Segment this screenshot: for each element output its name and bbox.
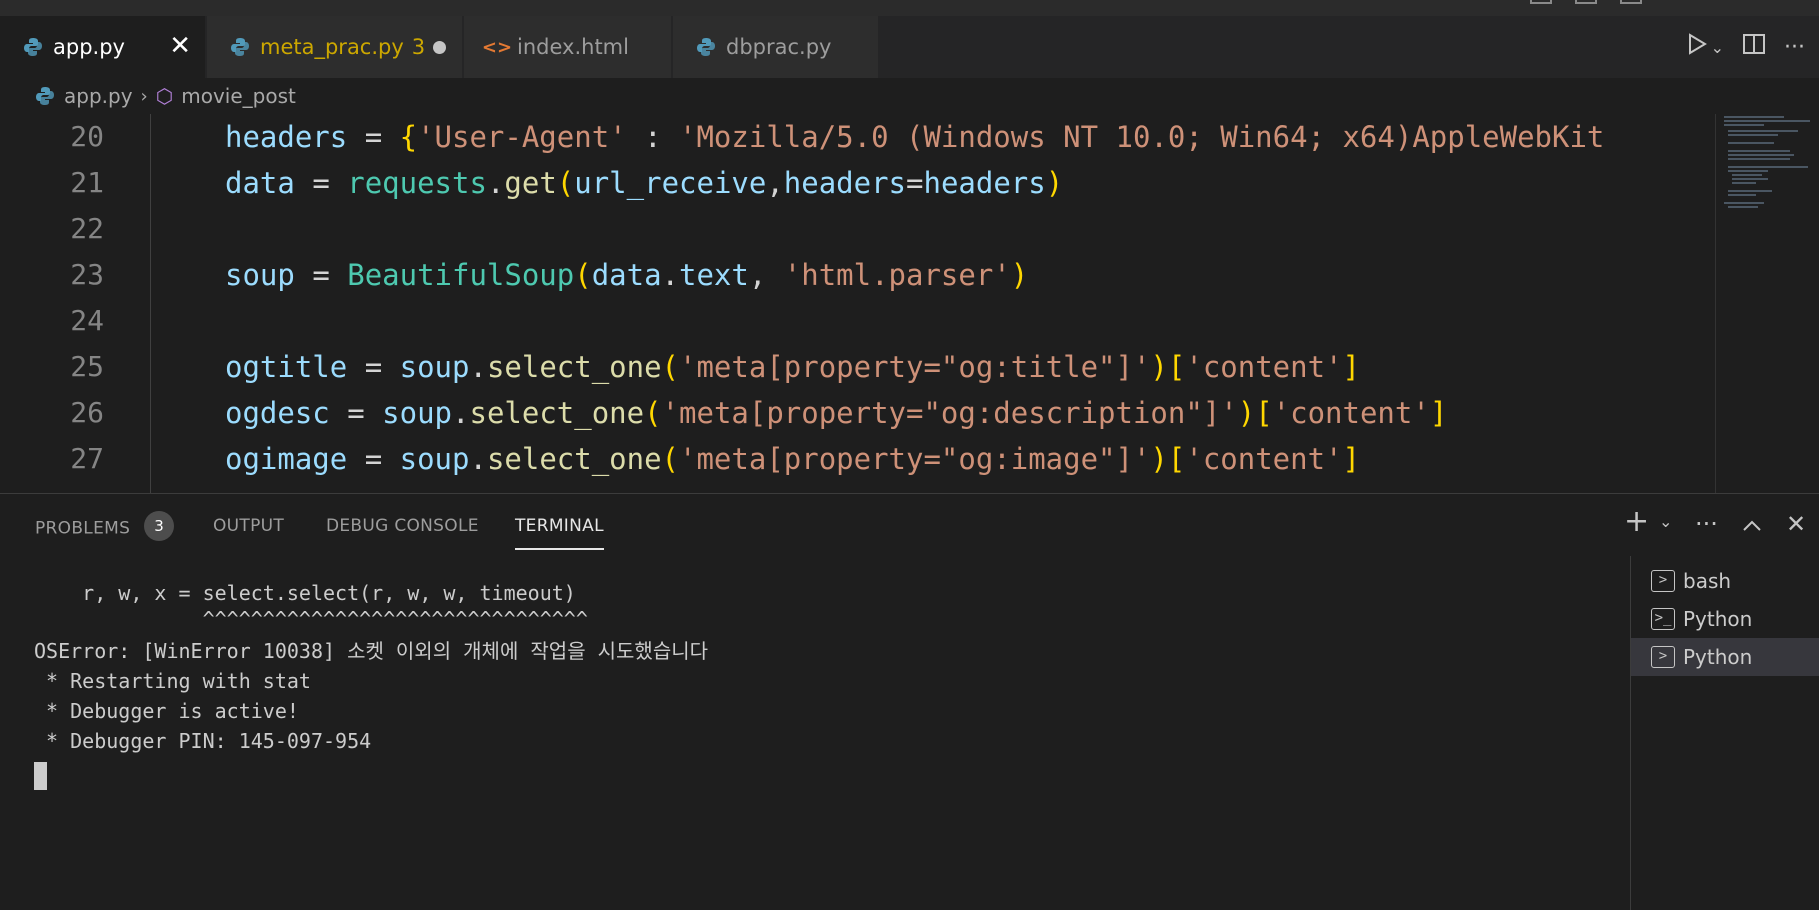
- chevron-right-icon: ›: [140, 85, 148, 107]
- python-icon: [35, 86, 55, 106]
- minimap[interactable]: [1715, 114, 1819, 493]
- code-line: ogtitle = soup.select_one('meta[property…: [225, 350, 1360, 384]
- terminal-list: > bash >_ Python > Python: [1630, 556, 1819, 910]
- line-number: 21: [70, 166, 104, 199]
- python-icon: [695, 36, 717, 58]
- code-line: ogdesc = soup.select_one('meta[property=…: [225, 396, 1448, 430]
- terminal-cursor: [34, 762, 47, 790]
- tab-debug-console-label: DEBUG CONSOLE: [326, 516, 479, 536]
- problem-count: 3: [411, 35, 426, 59]
- tab-label: dbprac.py: [726, 35, 832, 59]
- terminal-item-label: bash: [1683, 569, 1732, 593]
- tab-app-py[interactable]: app.py ✕: [0, 16, 206, 78]
- terminal-item-label: Python: [1683, 607, 1753, 631]
- tab-terminal-label: TERMINAL: [515, 516, 604, 536]
- python-icon: [229, 36, 251, 58]
- more-actions-icon[interactable]: ···: [1695, 510, 1718, 538]
- active-tab-underline: [515, 548, 604, 550]
- problems-count-badge: 3: [144, 511, 175, 541]
- breadcrumb-symbol[interactable]: movie_post: [181, 84, 296, 108]
- method-icon: ⬡: [155, 84, 174, 108]
- tab-problems-label: PROBLEMS: [35, 518, 131, 539]
- terminal-item-bash[interactable]: > bash: [1631, 562, 1819, 600]
- editor-actions: ⌄ ···: [1677, 16, 1819, 78]
- terminal-icon: >: [1651, 646, 1675, 668]
- terminal-line: * Debugger PIN: 145-097-954: [34, 729, 372, 753]
- breadcrumb: app.py › ⬡ movie_post: [0, 78, 1819, 114]
- tab-debug-console[interactable]: DEBUG CONSOLE: [326, 516, 479, 536]
- bottom-panel: PROBLEMS 3 OUTPUT DEBUG CONSOLE TERMINAL …: [0, 493, 1819, 910]
- terminal-item-python-active[interactable]: > Python: [1631, 638, 1819, 676]
- terminal-output[interactable]: r, w, x = select.select(r, w, w, timeout…: [34, 578, 709, 790]
- tab-terminal[interactable]: TERMINAL: [515, 516, 604, 550]
- code-line: soup = BeautifulSoup(data.text, 'html.pa…: [225, 258, 1029, 292]
- line-number: 27: [70, 442, 104, 475]
- tab-output-label: OUTPUT: [213, 516, 285, 536]
- terminal-item-label: Python: [1683, 645, 1753, 669]
- run-icon[interactable]: [1686, 32, 1708, 62]
- editor-tab-bar: app.py ✕ meta_prac.py 3 <> index.html db…: [0, 16, 1819, 78]
- line-number: 25: [70, 350, 104, 383]
- panel-tabs: PROBLEMS 3 OUTPUT DEBUG CONSOLE TERMINAL …: [0, 494, 1819, 562]
- terminal-line: r, w, x = select.select(r, w, w, timeout…: [34, 581, 576, 605]
- more-actions-icon[interactable]: ···: [1784, 35, 1805, 60]
- chevron-down-icon[interactable]: ⌄: [1711, 38, 1724, 57]
- terminal-item-python[interactable]: >_ Python: [1631, 600, 1819, 638]
- tab-output[interactable]: OUTPUT: [213, 516, 284, 536]
- tab-label: index.html: [517, 35, 629, 59]
- code-line: headers = {'User-Agent' : 'Mozilla/5.0 (…: [225, 120, 1605, 154]
- tab-problems[interactable]: PROBLEMS 3: [35, 511, 175, 541]
- line-number: 20: [70, 120, 104, 153]
- tab-index-html[interactable]: <> index.html: [464, 16, 672, 78]
- new-terminal-icon[interactable]: +: [1624, 504, 1649, 539]
- split-editor-icon[interactable]: [1742, 33, 1766, 61]
- line-number: 24: [70, 304, 104, 337]
- indent-guide: [150, 114, 151, 493]
- line-number: 22: [70, 212, 104, 245]
- close-icon[interactable]: ✕: [169, 32, 191, 60]
- html-icon: <>: [481, 36, 513, 58]
- layout-icon[interactable]: [1575, 0, 1597, 4]
- tab-label: app.py: [53, 35, 125, 59]
- line-number: 26: [70, 396, 104, 429]
- layout-icon[interactable]: [1530, 0, 1552, 4]
- code-editor[interactable]: 20 21 22 23 24 25 26 27 headers = {'User…: [0, 114, 1715, 493]
- python-icon: [22, 36, 44, 58]
- chevron-down-icon[interactable]: ⌄: [1659, 512, 1672, 531]
- line-number-gutter: 20 21 22 23 24 25 26 27: [0, 114, 150, 493]
- terminal-line: ^^^^^^^^^^^^^^^^^^^^^^^^^^^^^^^^: [34, 607, 588, 631]
- layout-icon[interactable]: [1620, 0, 1642, 4]
- terminal-icon: >: [1651, 570, 1675, 592]
- terminal-line: OSError: [WinError 10038] 소켓 이외의 개체에 작업을…: [34, 639, 709, 663]
- line-number: 23: [70, 258, 104, 291]
- code-line: data = requests.get(url_receive,headers=…: [225, 166, 1064, 200]
- breadcrumb-file[interactable]: app.py: [64, 84, 133, 108]
- code-line: ogimage = soup.select_one('meta[property…: [225, 442, 1360, 476]
- unsaved-dot-icon[interactable]: [433, 41, 446, 54]
- close-panel-icon[interactable]: ✕: [1786, 510, 1806, 538]
- tab-meta-prac-py[interactable]: meta_prac.py 3: [207, 16, 463, 78]
- terminal-line: * Restarting with stat: [34, 669, 311, 693]
- tab-label: meta_prac.py: [260, 35, 404, 59]
- window-titlebar: [0, 0, 1819, 16]
- maximize-panel-icon[interactable]: [1742, 510, 1762, 538]
- tab-dbprac-py[interactable]: dbprac.py: [673, 16, 879, 78]
- terminal-prompt[interactable]: [34, 756, 708, 790]
- powershell-icon: >_: [1651, 608, 1675, 630]
- terminal-line: * Debugger is active!: [34, 699, 299, 723]
